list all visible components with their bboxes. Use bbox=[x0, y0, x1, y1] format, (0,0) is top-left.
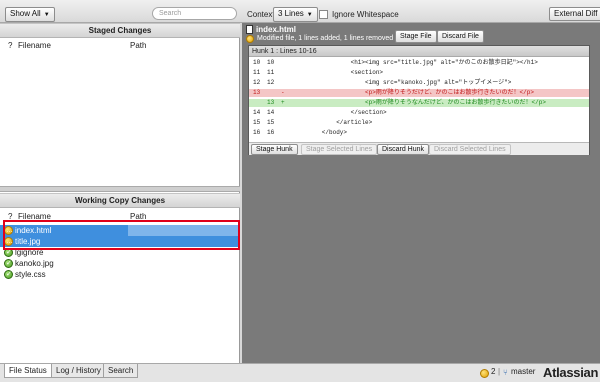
diff-code: <h1><img src="title.jpg" alt="かのこのお散歩日記"… bbox=[293, 59, 538, 66]
new-line-number: 10 bbox=[267, 59, 275, 66]
file-name: kanoko.jpg bbox=[15, 259, 54, 268]
diff-summary: Modified file, 1 lines added, 1 lines re… bbox=[257, 35, 394, 42]
new-line-number: 12 bbox=[267, 79, 275, 86]
bottom-bar: File Status Log / History Search 2 | ⑂ m… bbox=[0, 363, 600, 382]
old-line-number: 11 bbox=[253, 69, 261, 76]
diff-line-context[interactable]: 11 11 <section> bbox=[249, 69, 589, 77]
file-row-style-css[interactable]: ✓ style.css bbox=[0, 269, 240, 280]
staged-column-headers: ? Filename Path bbox=[0, 40, 240, 52]
diff-code: <p>雨が降りそうなんだけど、かのこはお散歩行きたいのだ！</p> bbox=[293, 99, 546, 106]
hunk-actions: Stage Hunk Stage Selected Lines Discard … bbox=[249, 142, 589, 155]
ignore-whitespace-label: Ignore Whitespace bbox=[332, 10, 399, 19]
status-separator: | bbox=[498, 367, 501, 376]
context-dropdown[interactable]: 3 Lines ▼ bbox=[273, 7, 318, 22]
ignore-whitespace-checkbox[interactable] bbox=[319, 10, 328, 19]
new-line-number: 15 bbox=[267, 119, 275, 126]
path-column-header[interactable]: Path bbox=[130, 41, 146, 50]
old-line-number: 15 bbox=[253, 119, 261, 126]
diff-code: </section> bbox=[293, 109, 387, 116]
hunk-panel: Hunk 1 : Lines 10-16 10 10 <h1><img src="… bbox=[248, 45, 590, 155]
show-filter-dropdown[interactable]: Show All ▼ bbox=[5, 7, 55, 22]
status-column-header: ? bbox=[8, 41, 13, 50]
context-value: 3 Lines bbox=[278, 9, 304, 18]
working-copy-header: Working Copy Changes bbox=[0, 193, 240, 208]
new-line-number: 14 bbox=[267, 109, 275, 116]
checkmark-icon: ✓ bbox=[4, 259, 13, 268]
pending-changes-icon bbox=[480, 369, 489, 378]
diff-code: </body> bbox=[293, 129, 348, 136]
chevron-down-icon: ▼ bbox=[43, 12, 50, 18]
diff-line-context[interactable]: 14 14 </section> bbox=[249, 109, 589, 117]
hunk-title: Hunk 1 : Lines 10-16 bbox=[249, 46, 589, 57]
file-name: style.css bbox=[15, 270, 46, 279]
tab-search[interactable]: Search bbox=[103, 364, 139, 378]
discard-selected-lines-button[interactable]: Discard Selected Lines bbox=[429, 144, 511, 155]
discard-file-button[interactable]: Discard File bbox=[437, 30, 484, 43]
branch-name: master bbox=[511, 367, 536, 376]
atlassian-logo: Atlassian bbox=[543, 365, 599, 380]
diff-line-removed[interactable]: 13 - <p>雨が降りそうだけど、かのこはお散歩行きたいのだ！</p> bbox=[249, 89, 589, 97]
modified-icon bbox=[246, 35, 254, 43]
search-input[interactable]: Search bbox=[152, 7, 237, 20]
tab-file-status[interactable]: File Status bbox=[4, 364, 52, 378]
show-filter-label: Show All bbox=[10, 9, 41, 18]
diff-code: <img src="kanoko.jpg" alt="トップイメージ"> bbox=[293, 79, 512, 86]
highlight-box bbox=[3, 220, 240, 250]
old-line-number: 14 bbox=[253, 109, 261, 116]
diff-file-header: index.html Modified file, 1 lines added,… bbox=[242, 23, 600, 43]
diff-code: </article> bbox=[293, 119, 373, 126]
diff-line-context[interactable]: 12 12 <img src="kanoko.jpg" alt="トップイメージ"… bbox=[249, 79, 589, 87]
diff-line-context[interactable]: 16 16 </body> bbox=[249, 129, 589, 137]
discard-hunk-button[interactable]: Discard Hunk bbox=[377, 144, 430, 155]
staged-changes-header: Staged Changes bbox=[0, 23, 240, 38]
file-status-pane: Staged Changes ? Filename Path Working C… bbox=[0, 23, 240, 363]
diff-marker: - bbox=[281, 89, 285, 96]
diff-code: <p>雨が降りそうだけど、かのこはお散歩行きたいのだ！</p> bbox=[293, 89, 534, 96]
diff-file-name: index.html bbox=[256, 25, 297, 34]
old-line-number: 13 bbox=[253, 89, 261, 96]
chevron-down-icon: ▼ bbox=[306, 12, 313, 18]
new-line-number: 16 bbox=[267, 129, 275, 136]
diff-marker: + bbox=[281, 99, 285, 106]
pane-splitter[interactable] bbox=[0, 186, 240, 192]
diff-line-context[interactable]: 15 15 </article> bbox=[249, 119, 589, 127]
diff-pane: index.html Modified file, 1 lines added,… bbox=[242, 23, 600, 363]
diff-line-added[interactable]: 13 + <p>雨が降りそうなんだけど、かのこはお散歩行きたいのだ！</p> bbox=[249, 99, 589, 107]
file-icon bbox=[246, 25, 253, 34]
external-diff-button[interactable]: External Diff bbox=[549, 7, 600, 21]
checkmark-icon: ✓ bbox=[4, 270, 13, 279]
stage-file-button[interactable]: Stage File bbox=[395, 30, 437, 43]
stage-hunk-button[interactable]: Stage Hunk bbox=[251, 144, 298, 155]
old-line-number: 12 bbox=[253, 79, 261, 86]
filename-column-header[interactable]: Filename bbox=[18, 41, 51, 50]
stage-selected-lines-button[interactable]: Stage Selected Lines bbox=[301, 144, 378, 155]
tab-log-history[interactable]: Log / History bbox=[51, 364, 106, 378]
old-line-number: 10 bbox=[253, 59, 261, 66]
toolbar: Show All ▼ Search Context: 3 Lines ▼ Ignor… bbox=[0, 0, 600, 23]
new-line-number: 11 bbox=[267, 69, 275, 76]
old-line-number: 16 bbox=[253, 129, 261, 136]
new-line-number: 13 bbox=[267, 99, 275, 106]
branch-icon: ⑂ bbox=[503, 368, 508, 377]
file-row-kanoko-jpg[interactable]: ✓ kanoko.jpg bbox=[0, 258, 240, 269]
pending-count: 2 bbox=[491, 367, 496, 376]
diff-code: <section> bbox=[293, 69, 384, 76]
diff-line-context[interactable]: 10 10 <h1><img src="title.jpg" alt="かのこのお… bbox=[249, 59, 589, 67]
